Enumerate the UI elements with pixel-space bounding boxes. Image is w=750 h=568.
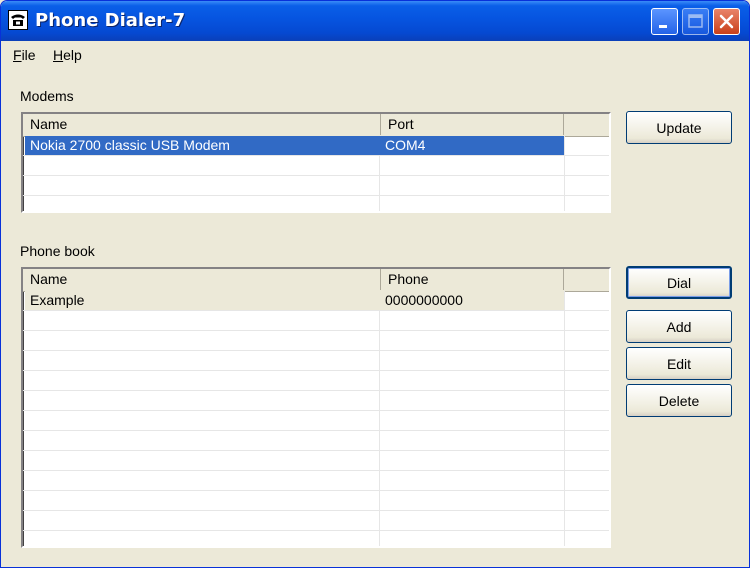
dial-button[interactable]: Dial: [626, 266, 732, 299]
phonebook-row[interactable]: Example 0000000000: [23, 291, 609, 311]
empty-row: [23, 451, 609, 471]
phonebook-label: Phone book: [20, 243, 95, 259]
empty-row: [23, 391, 609, 411]
modems-label: Modems: [20, 88, 74, 104]
window-title: Phone Dialer-7: [35, 10, 186, 31]
column-header-name[interactable]: Name: [23, 269, 381, 290]
edit-button[interactable]: Edit: [626, 347, 732, 380]
column-header-name[interactable]: Name: [23, 114, 381, 135]
phonebook-list-rows: Example 0000000000: [23, 291, 609, 546]
modem-port-cell: COM4: [380, 136, 564, 155]
contact-phone-cell: 0000000000: [380, 291, 564, 310]
empty-row: [23, 531, 609, 546]
menu-bar: File Help: [1, 41, 749, 67]
close-button[interactable]: [713, 8, 740, 35]
empty-row: [23, 176, 609, 196]
empty-row: [23, 156, 609, 176]
empty-row: [23, 471, 609, 491]
empty-row: [23, 351, 609, 371]
column-header-port[interactable]: Port: [381, 114, 564, 135]
empty-row: [23, 431, 609, 451]
contact-name-cell: Example: [25, 291, 380, 310]
empty-row: [23, 411, 609, 431]
modems-list-header: Name Port: [23, 114, 609, 137]
add-button[interactable]: Add: [626, 310, 732, 343]
app-window: Phone Dialer-7 File Help Modems Name Por…: [0, 0, 750, 568]
phonebook-list-header: Name Phone: [23, 269, 609, 292]
empty-row: [23, 491, 609, 511]
empty-row: [23, 371, 609, 391]
modem-row[interactable]: Nokia 2700 classic USB Modem COM4: [23, 136, 609, 156]
menu-help[interactable]: Help: [53, 47, 82, 63]
title-bar[interactable]: Phone Dialer-7: [1, 1, 749, 41]
modem-name-cell: Nokia 2700 classic USB Modem: [25, 136, 380, 155]
menu-file[interactable]: File: [13, 47, 36, 63]
empty-row: [23, 511, 609, 531]
phonebook-list[interactable]: Name Phone Example 0000000000: [21, 267, 611, 548]
minimize-button[interactable]: [651, 8, 678, 35]
update-button[interactable]: Update: [626, 111, 732, 144]
empty-row: [23, 311, 609, 331]
maximize-button[interactable]: [682, 8, 709, 35]
empty-row: [23, 331, 609, 351]
modems-list[interactable]: Name Port Nokia 2700 classic USB Modem C…: [21, 112, 611, 213]
modems-list-rows: Nokia 2700 classic USB Modem COM4: [23, 136, 609, 211]
delete-button[interactable]: Delete: [626, 384, 732, 417]
column-header-phone[interactable]: Phone: [381, 269, 564, 290]
telephone-icon: [8, 10, 28, 30]
empty-row: [23, 196, 609, 211]
